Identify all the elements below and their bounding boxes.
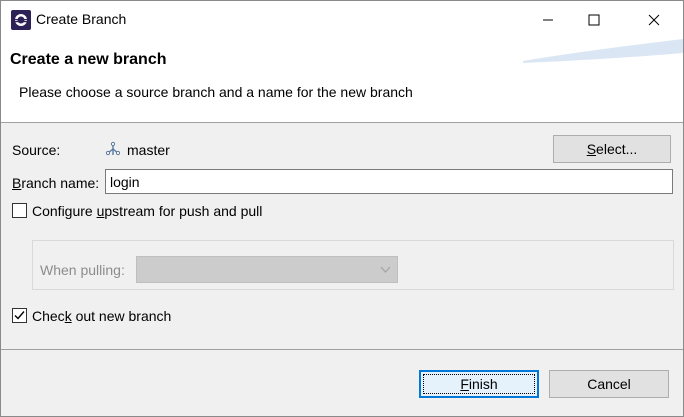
banner-description: Please choose a source branch and a name… <box>19 84 413 100</box>
configure-upstream-checkbox[interactable] <box>12 203 27 218</box>
maximize-button[interactable] <box>571 1 617 39</box>
branch-icon <box>105 141 121 156</box>
when-pulling-select[interactable] <box>136 256 398 283</box>
footer-separator <box>1 349 683 350</box>
configure-upstream-label[interactable]: Configure upstream for push and pull <box>32 203 262 219</box>
cancel-button[interactable]: Cancel <box>549 370 669 398</box>
chevron-down-icon <box>380 266 391 273</box>
source-branch-value: master <box>127 142 170 158</box>
select-source-button[interactable]: Select... <box>553 135 671 163</box>
minimize-icon <box>543 19 553 21</box>
branch-name-label: Branch name: <box>12 175 100 191</box>
when-pulling-label: When pulling: <box>40 262 125 278</box>
select-button-label: Select... <box>586 141 638 157</box>
checkout-branch-checkbox[interactable] <box>12 308 27 323</box>
close-icon <box>648 14 660 26</box>
branch-name-input[interactable] <box>105 169 673 194</box>
title-bar: Create Branch <box>1 1 683 39</box>
source-label: Source: <box>12 142 61 158</box>
window-title: Create Branch <box>36 11 127 27</box>
banner-decoration-icon <box>523 39 683 63</box>
close-button[interactable] <box>631 1 677 39</box>
create-branch-dialog: Create Branch Create a new branch Please… <box>0 0 684 417</box>
checkmark-icon <box>14 311 25 320</box>
finish-button[interactable]: Finish <box>419 370 539 398</box>
focus-ring <box>423 374 535 394</box>
minimize-button[interactable] <box>525 1 571 39</box>
wizard-banner: Create a new branch Please choose a sour… <box>1 39 683 123</box>
maximize-icon <box>588 14 600 26</box>
banner-title: Create a new branch <box>10 51 167 68</box>
eclipse-app-icon <box>11 10 31 30</box>
checkout-branch-label[interactable]: Check out new branch <box>32 308 171 324</box>
